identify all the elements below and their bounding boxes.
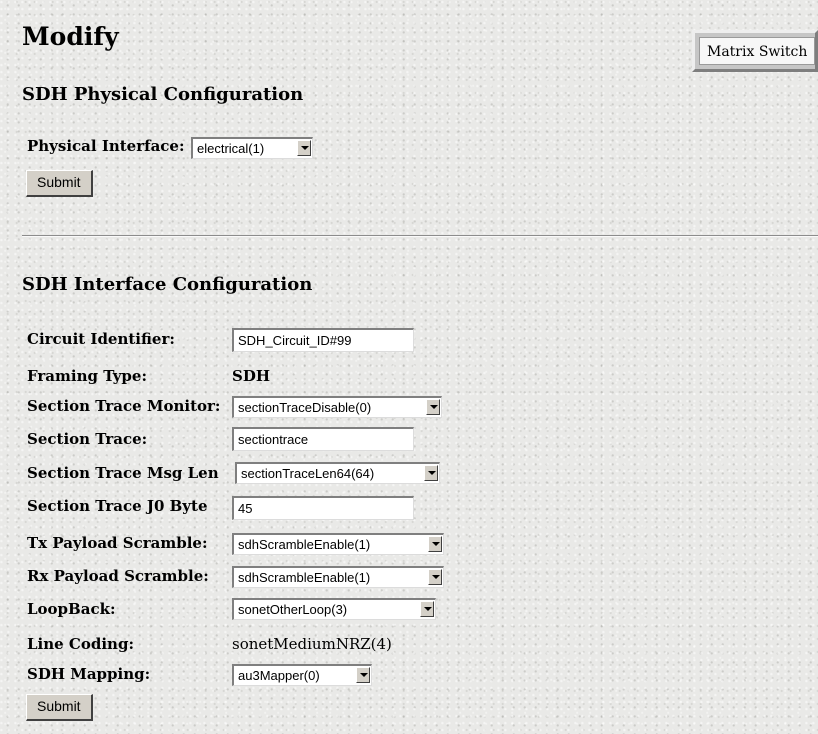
section-trace-monitor-select[interactable]: sectionTraceDisable(0) bbox=[232, 396, 442, 418]
physical-interface-label: Physical Interface: bbox=[27, 137, 185, 155]
physical-interface-select[interactable]: electrical(1) bbox=[191, 137, 313, 159]
loopback-label: LoopBack: bbox=[27, 600, 116, 618]
tx-payload-scramble-select[interactable]: sdhScrambleEnable(1) bbox=[232, 533, 444, 555]
chevron-down-icon[interactable] bbox=[426, 399, 440, 415]
circuit-identifier-input[interactable]: SDH_Circuit_ID#99 bbox=[232, 328, 414, 352]
section-trace-msg-len-select[interactable]: sectionTraceLen64(64) bbox=[235, 462, 440, 484]
matrix-switch-label: Matrix Switch bbox=[699, 37, 815, 65]
framing-type-label: Framing Type: bbox=[27, 367, 147, 385]
interface-submit-button[interactable]: Submit bbox=[26, 694, 93, 721]
chevron-down-icon[interactable] bbox=[297, 140, 311, 156]
section-trace-j0-label: Section Trace J0 Byte bbox=[27, 497, 208, 515]
chevron-down-icon[interactable] bbox=[428, 569, 442, 585]
section-trace-input[interactable]: sectiontrace bbox=[232, 427, 414, 451]
section-trace-msg-len-label: Section Trace Msg Len bbox=[27, 464, 219, 482]
loopback-value: sonetOtherLoop(3) bbox=[238, 602, 348, 617]
tx-payload-scramble-label: Tx Payload Scramble: bbox=[27, 534, 208, 552]
rx-payload-scramble-label: Rx Payload Scramble: bbox=[27, 567, 209, 585]
matrix-switch-button[interactable]: Matrix Switch bbox=[692, 30, 818, 72]
line-coding-value: sonetMediumNRZ(4) bbox=[232, 635, 392, 653]
rx-payload-scramble-value: sdhScrambleEnable(1) bbox=[238, 570, 371, 585]
interface-config-heading: SDH Interface Configuration bbox=[22, 274, 313, 295]
section-trace-msg-len-value: sectionTraceLen64(64) bbox=[241, 466, 375, 481]
chevron-down-icon[interactable] bbox=[420, 601, 434, 617]
chevron-down-icon[interactable] bbox=[428, 536, 442, 552]
section-trace-monitor-label: Section Trace Monitor: bbox=[27, 397, 221, 415]
loopback-select[interactable]: sonetOtherLoop(3) bbox=[232, 598, 436, 620]
section-trace-j0-input[interactable]: 45 bbox=[232, 496, 414, 520]
section-trace-label: Section Trace: bbox=[27, 430, 148, 448]
section-trace-monitor-value: sectionTraceDisable(0) bbox=[238, 400, 372, 415]
sdh-mapping-label: SDH Mapping: bbox=[27, 665, 151, 683]
circuit-identifier-label: Circuit Identifier: bbox=[27, 330, 175, 348]
sdh-mapping-value: au3Mapper(0) bbox=[238, 668, 320, 683]
section-divider bbox=[22, 235, 818, 237]
tx-payload-scramble-value: sdhScrambleEnable(1) bbox=[238, 537, 371, 552]
physical-interface-value: electrical(1) bbox=[197, 141, 265, 156]
chevron-down-icon[interactable] bbox=[356, 667, 370, 683]
rx-payload-scramble-select[interactable]: sdhScrambleEnable(1) bbox=[232, 566, 444, 588]
physical-submit-button[interactable]: Submit bbox=[26, 170, 93, 197]
sdh-mapping-select[interactable]: au3Mapper(0) bbox=[232, 664, 372, 686]
page-title: Modify bbox=[22, 22, 119, 51]
chevron-down-icon[interactable] bbox=[424, 465, 438, 481]
physical-config-heading: SDH Physical Configuration bbox=[22, 84, 304, 105]
line-coding-label: Line Coding: bbox=[27, 635, 134, 653]
framing-type-value: SDH bbox=[232, 367, 271, 385]
